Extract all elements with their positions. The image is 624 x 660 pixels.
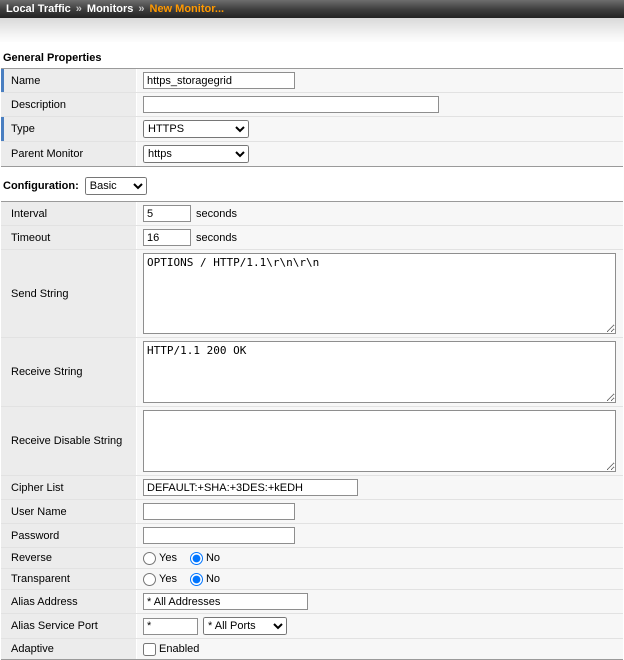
row-name: Name <box>1 69 623 93</box>
row-send-string: Send String OPTIONS / HTTP/1.1\r\n\r\n <box>1 250 623 338</box>
interval-label: Interval <box>11 208 47 220</box>
configuration-label: Configuration: <box>3 180 79 192</box>
timeout-input[interactable] <box>143 229 191 246</box>
row-type: Type HTTPS <box>1 117 623 142</box>
alias-service-port-label-cell: Alias Service Port <box>1 614 137 638</box>
receive-string-label: Receive String <box>11 366 83 378</box>
interval-input[interactable] <box>143 205 191 222</box>
breadcrumb-separator: » <box>138 3 144 15</box>
row-alias-address: Alias Address <box>1 590 623 614</box>
transparent-no-radio[interactable] <box>190 573 203 586</box>
adaptive-label: Adaptive <box>11 643 54 655</box>
receive-string-label-cell: Receive String <box>1 338 137 406</box>
user-name-input[interactable] <box>143 503 295 520</box>
parent-monitor-label-cell: Parent Monitor <box>1 142 137 166</box>
description-label-cell: Description <box>1 93 137 116</box>
reverse-no-option[interactable]: No <box>190 552 220 565</box>
alias-service-port-input[interactable] <box>143 618 198 635</box>
alias-address-label: Alias Address <box>11 596 78 608</box>
name-input[interactable] <box>143 72 295 89</box>
description-label: Description <box>11 99 66 111</box>
interval-unit: seconds <box>196 208 237 220</box>
configuration-bar: Configuration: Basic <box>3 177 623 195</box>
receive-string-textarea[interactable]: HTTP/1.1 200 OK <box>143 341 616 403</box>
breadcrumb-local-traffic[interactable]: Local Traffic <box>6 3 71 15</box>
header-band <box>0 18 624 42</box>
type-label-cell: Type <box>1 117 137 141</box>
parent-monitor-label: Parent Monitor <box>11 148 83 160</box>
password-input[interactable] <box>143 527 295 544</box>
user-name-label-cell: User Name <box>1 500 137 523</box>
row-reverse: Reverse Yes No <box>1 548 623 569</box>
transparent-no-option[interactable]: No <box>190 573 220 586</box>
row-alias-service-port: Alias Service Port * All Ports <box>1 614 623 639</box>
type-select[interactable]: HTTPS <box>143 120 249 138</box>
cipher-list-label: Cipher List <box>11 482 64 494</box>
transparent-yes-option[interactable]: Yes <box>143 573 177 586</box>
row-description: Description <box>1 93 623 117</box>
reverse-label-cell: Reverse <box>1 548 137 568</box>
reverse-yes-option[interactable]: Yes <box>143 552 177 565</box>
password-label-cell: Password <box>1 524 137 547</box>
type-label: Type <box>11 123 35 135</box>
configuration-mode-select[interactable]: Basic <box>85 177 147 195</box>
receive-disable-string-label: Receive Disable String <box>11 435 122 447</box>
name-label-cell: Name <box>1 69 137 92</box>
adaptive-enabled-checkbox[interactable] <box>143 643 156 656</box>
description-input[interactable] <box>143 96 439 113</box>
reverse-no-label: No <box>206 552 220 564</box>
alias-address-label-cell: Alias Address <box>1 590 137 613</box>
alias-service-port-label: Alias Service Port <box>11 620 98 632</box>
row-timeout: Timeout seconds <box>1 226 623 250</box>
row-password: Password <box>1 524 623 548</box>
row-receive-string: Receive String HTTP/1.1 200 OK <box>1 338 623 407</box>
row-cipher-list: Cipher List <box>1 476 623 500</box>
row-adaptive: Adaptive Enabled <box>1 639 623 659</box>
interval-label-cell: Interval <box>1 202 137 225</box>
transparent-no-label: No <box>206 573 220 585</box>
adaptive-label-cell: Adaptive <box>1 639 137 659</box>
transparent-label-cell: Transparent <box>1 569 137 589</box>
general-properties-table: Name Description Type HTTPS <box>1 68 623 167</box>
cipher-list-label-cell: Cipher List <box>1 476 137 499</box>
row-user-name: User Name <box>1 500 623 524</box>
row-interval: Interval seconds <box>1 202 623 226</box>
breadcrumb-separator: » <box>76 3 82 15</box>
breadcrumb: Local Traffic » Monitors » New Monitor..… <box>0 0 624 18</box>
alias-service-port-select[interactable]: * All Ports <box>203 617 287 635</box>
row-receive-disable-string: Receive Disable String <box>1 407 623 476</box>
reverse-yes-label: Yes <box>159 552 177 564</box>
cipher-list-input[interactable] <box>143 479 358 496</box>
send-string-textarea[interactable]: OPTIONS / HTTP/1.1\r\n\r\n <box>143 253 616 334</box>
transparent-label: Transparent <box>11 573 70 585</box>
password-label: Password <box>11 530 59 542</box>
send-string-label-cell: Send String <box>1 250 137 337</box>
alias-address-input[interactable] <box>143 593 308 610</box>
reverse-yes-radio[interactable] <box>143 552 156 565</box>
breadcrumb-monitors[interactable]: Monitors <box>87 3 133 15</box>
general-properties-title: General Properties <box>3 52 623 64</box>
adaptive-enabled-option[interactable]: Enabled <box>143 643 199 656</box>
timeout-unit: seconds <box>196 232 237 244</box>
receive-disable-string-textarea[interactable] <box>143 410 616 472</box>
row-parent-monitor: Parent Monitor https <box>1 142 623 166</box>
reverse-no-radio[interactable] <box>190 552 203 565</box>
configuration-table: Interval seconds Timeout seconds Send St… <box>1 201 623 660</box>
send-string-label: Send String <box>11 288 68 300</box>
breadcrumb-current: New Monitor... <box>150 3 225 15</box>
transparent-yes-radio[interactable] <box>143 573 156 586</box>
adaptive-enabled-label: Enabled <box>159 643 199 655</box>
name-label: Name <box>11 75 40 87</box>
reverse-label: Reverse <box>11 552 52 564</box>
transparent-yes-label: Yes <box>159 573 177 585</box>
receive-disable-string-label-cell: Receive Disable String <box>1 407 137 475</box>
timeout-label: Timeout <box>11 232 50 244</box>
timeout-label-cell: Timeout <box>1 226 137 249</box>
main-content: General Properties Name Description Type <box>0 42 624 660</box>
row-transparent: Transparent Yes No <box>1 569 623 590</box>
user-name-label: User Name <box>11 506 67 518</box>
parent-monitor-select[interactable]: https <box>143 145 249 163</box>
